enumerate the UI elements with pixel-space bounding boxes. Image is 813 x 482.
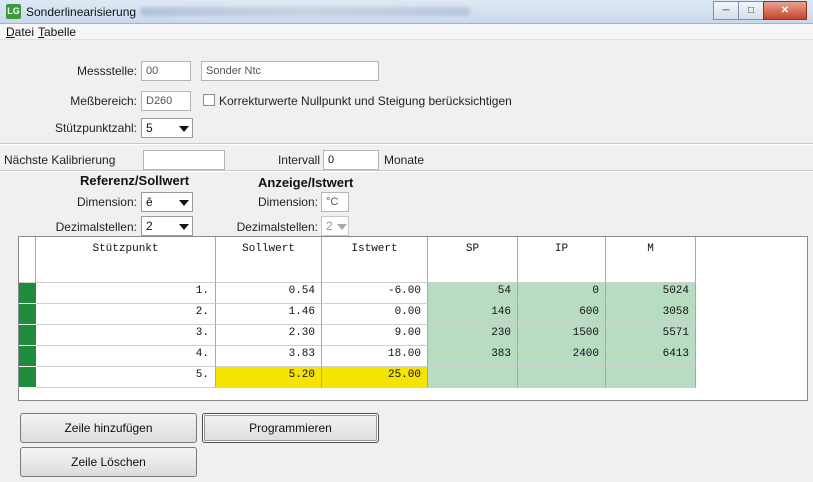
anzeige-dimension-input[interactable]: °C <box>321 192 349 212</box>
table-cell[interactable]: 3.83 <box>216 346 322 367</box>
stuetzpunktzahl-label: Stützpunktzahl: <box>54 121 137 135</box>
intervall-unit: Monate <box>384 153 425 167</box>
table-cell <box>428 367 518 388</box>
table-cell[interactable]: 2. <box>36 304 216 325</box>
column-header: Istwert <box>322 237 428 283</box>
table-cell[interactable]: 1. <box>36 283 216 304</box>
table-cell: 1500 <box>518 325 606 346</box>
referenz-dimension-label: Dimension: <box>76 195 137 209</box>
referenz-heading: Referenz/Sollwert <box>80 173 190 188</box>
row-marker[interactable] <box>19 367 36 388</box>
messstelle-input[interactable]: 00 <box>141 61 191 81</box>
menu-tabelle[interactable]: Tabelle <box>38 25 76 39</box>
table-cell: 5024 <box>606 283 696 304</box>
chevron-down-icon <box>179 224 189 230</box>
table-cell[interactable]: 18.00 <box>322 346 428 367</box>
table-cell: 6413 <box>606 346 696 367</box>
add-row-button[interactable]: Zeile hinzufügen <box>20 413 197 443</box>
table-cell: 600 <box>518 304 606 325</box>
row-marker[interactable] <box>19 283 36 304</box>
header-marker-cell <box>19 237 36 283</box>
table-cell[interactable]: 1.46 <box>216 304 322 325</box>
divider <box>0 170 813 172</box>
divider <box>0 143 813 145</box>
stuetzpunktzahl-select[interactable]: 5 <box>141 118 193 138</box>
table-cell: 146 <box>428 304 518 325</box>
korrektur-checkbox[interactable] <box>203 94 215 106</box>
referenz-dezimal-value: 2 <box>146 219 153 233</box>
table-cell <box>518 367 606 388</box>
intervall-input[interactable]: 0 <box>323 150 379 170</box>
column-header: Sollwert <box>216 237 322 283</box>
table-cell[interactable]: 0.00 <box>322 304 428 325</box>
anzeige-dimension-label: Dimension: <box>257 195 318 209</box>
anzeige-dezimal-label: Dezimalstellen: <box>236 220 318 234</box>
table-cell: 3058 <box>606 304 696 325</box>
anzeige-dezimal-value: 2 <box>326 219 333 233</box>
row-marker[interactable] <box>19 346 36 367</box>
chevron-down-icon <box>179 126 189 132</box>
table-cell[interactable]: 25.00 <box>322 367 428 388</box>
chevron-down-icon <box>179 200 189 206</box>
chevron-down-icon <box>337 224 347 230</box>
menu-bar: Datei Tabelle <box>0 24 813 40</box>
messbereich-input[interactable]: D260 <box>141 91 191 111</box>
table-cell: 2400 <box>518 346 606 367</box>
referenz-dimension-select[interactable]: ê <box>141 192 193 212</box>
stuetzpunktzahl-value: 5 <box>146 121 153 135</box>
program-button[interactable]: Programmieren <box>202 413 379 443</box>
menu-datei[interactable]: Datei <box>6 25 34 39</box>
column-header: IP <box>518 237 606 283</box>
table-cell <box>606 367 696 388</box>
table-cell: 54 <box>428 283 518 304</box>
anzeige-dezimal-select: 2 <box>321 216 349 236</box>
table-cell[interactable]: 9.00 <box>322 325 428 346</box>
maximize-button[interactable]: □ <box>738 1 764 20</box>
table-cell: 5571 <box>606 325 696 346</box>
intervall-label: Intervall <box>277 153 320 167</box>
table-cell[interactable]: 0.54 <box>216 283 322 304</box>
table-cell[interactable]: 4. <box>36 346 216 367</box>
anzeige-heading: Anzeige/Istwert <box>258 175 354 190</box>
referenz-dimension-value: ê <box>146 195 153 209</box>
close-button[interactable]: ✕ <box>763 1 807 20</box>
row-marker[interactable] <box>19 325 36 346</box>
stuetzpunkt-table[interactable]: Stützpunkt Sollwert Istwert SP IP M 1. 0.54 -6.0… <box>18 236 808 401</box>
column-header: M <box>606 237 696 283</box>
referenz-dezimal-select[interactable]: 2 <box>141 216 193 236</box>
table-cell[interactable]: 5. <box>36 367 216 388</box>
table-cell: 230 <box>428 325 518 346</box>
kalibrierung-input[interactable] <box>143 150 225 170</box>
app-icon: LG <box>6 4 21 19</box>
title-bar: LG Sonderlinearisierung ─ □ ✕ <box>0 0 813 24</box>
table-cell: 383 <box>428 346 518 367</box>
referenz-dezimal-label: Dezimalstellen: <box>55 220 137 234</box>
table-cell[interactable]: 3. <box>36 325 216 346</box>
table-cell[interactable]: -6.00 <box>322 283 428 304</box>
column-header: SP <box>428 237 518 283</box>
table-cell[interactable]: 5.20 <box>216 367 322 388</box>
title-blurred-text <box>140 7 470 16</box>
column-header: Stützpunkt <box>36 237 216 283</box>
table-cell[interactable]: 2.30 <box>216 325 322 346</box>
messstelle-label: Messstelle: <box>76 64 137 78</box>
row-marker[interactable] <box>19 304 36 325</box>
delete-row-button[interactable]: Zeile Löschen <box>20 447 197 477</box>
messstelle-name-input[interactable]: Sonder Ntc <box>201 61 379 81</box>
minimize-button[interactable]: ─ <box>713 1 739 20</box>
table-cell: 0 <box>518 283 606 304</box>
kalibrierung-label: Nächste Kalibrierung <box>4 153 116 167</box>
messbereich-label: Meßbereich: <box>70 94 137 108</box>
korrektur-label: Korrekturwerte Nullpunkt und Steigung be… <box>219 94 512 108</box>
window-title: Sonderlinearisierung <box>26 5 137 19</box>
